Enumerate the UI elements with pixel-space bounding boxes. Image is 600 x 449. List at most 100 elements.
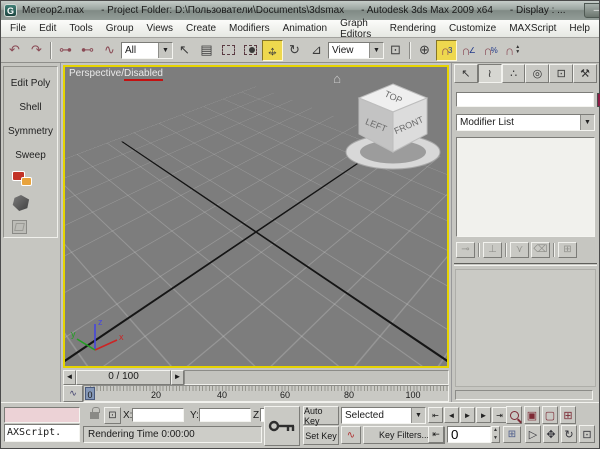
select-and-link-button[interactable]: ⊶ bbox=[55, 40, 76, 61]
zoom-all-button[interactable]: ▣ bbox=[524, 406, 540, 424]
configure-modifier-sets-button[interactable]: ⊞ bbox=[558, 241, 577, 258]
x-coordinate-field[interactable] bbox=[132, 408, 184, 422]
title-document: Метеор2.max bbox=[22, 5, 85, 16]
box-primitive-button[interactable] bbox=[4, 215, 57, 239]
menu-edit[interactable]: Edit bbox=[39, 23, 56, 34]
absolute-offset-mode-button[interactable]: ⊡ bbox=[104, 407, 121, 424]
menu-maxscript[interactable]: MAXScript bbox=[509, 23, 556, 34]
make-unique-icon: ⋎ bbox=[515, 244, 524, 255]
tab-motion[interactable]: ◎ bbox=[525, 64, 550, 83]
show-end-result-button[interactable]: ⊥ bbox=[483, 241, 502, 258]
use-pivot-point-center-button[interactable]: ⊡ bbox=[385, 40, 406, 61]
viewcube-home-icon[interactable]: ⌂ bbox=[333, 71, 341, 86]
bind-to-space-warp-button[interactable]: ∿ bbox=[99, 40, 120, 61]
key-filter-selection-dropdown[interactable]: Selected ▼ bbox=[341, 407, 426, 424]
previous-frame-button[interactable]: ◄ bbox=[444, 407, 459, 423]
menu-help[interactable]: Help bbox=[569, 23, 590, 34]
polyhedron-primitive-button[interactable] bbox=[4, 191, 57, 215]
time-slider-handle[interactable]: 0 / 100 bbox=[76, 370, 171, 385]
select-and-scale-button[interactable]: ⊿ bbox=[306, 40, 327, 61]
pin-stack-button[interactable]: ⊸ bbox=[456, 241, 475, 258]
menu-views[interactable]: Views bbox=[147, 23, 174, 34]
go-to-start-button[interactable]: ⇤ bbox=[428, 407, 443, 423]
snaps-toggle-button[interactable]: ∩ 3 bbox=[436, 39, 457, 61]
menu-file[interactable]: File bbox=[10, 23, 26, 34]
rectangular-selection-region-button[interactable] bbox=[218, 40, 239, 61]
time-configuration-button[interactable]: ⊞ bbox=[503, 426, 521, 443]
play-animation-button[interactable]: ► bbox=[460, 407, 475, 423]
new-key-default-in-out-tangents-button[interactable]: ∿ bbox=[341, 426, 361, 444]
zoom-button[interactable] bbox=[506, 406, 522, 424]
tab-display[interactable]: ⊡ bbox=[549, 64, 574, 83]
key-mode-toggle-button[interactable]: ⇤ bbox=[428, 426, 444, 443]
time-slider-prev-button[interactable]: ◄ bbox=[63, 370, 76, 385]
menu-create[interactable]: Create bbox=[186, 23, 216, 34]
track-bar-strip[interactable]: 0 20 40 60 80 100 bbox=[83, 385, 449, 402]
bind-to-space-warp-icon: ∿ bbox=[104, 42, 115, 57]
mini-curve-editor-button[interactable]: ∿ bbox=[63, 385, 83, 402]
spinner-snap-toggle-button[interactable]: ∩ ▲ ▼ bbox=[502, 40, 523, 61]
selection-lock-icon[interactable] bbox=[90, 407, 100, 419]
tab-create[interactable]: ↖ bbox=[454, 64, 478, 83]
select-and-link-icon: ⊶ bbox=[59, 42, 72, 57]
pan-view-button[interactable]: ✥ bbox=[543, 425, 559, 443]
shell-button[interactable]: Shell bbox=[4, 95, 57, 119]
auto-key-button[interactable]: Auto Key bbox=[303, 406, 339, 426]
view-cube[interactable]: TOP LEFT FRONT bbox=[341, 70, 445, 176]
select-and-move-button[interactable]: ↔ ↕ bbox=[262, 39, 283, 61]
select-and-manipulate-button[interactable]: ⊕ bbox=[414, 40, 435, 61]
maximize-viewport-toggle-button[interactable]: ⊡ bbox=[579, 425, 595, 443]
select-by-name-button[interactable]: ▤ bbox=[196, 40, 217, 61]
undo-button[interactable]: ↶ bbox=[4, 40, 25, 61]
track-tick-60: 60 bbox=[279, 390, 291, 400]
minimize-button[interactable]: ─ bbox=[583, 3, 599, 18]
redo-button[interactable]: ↷ bbox=[26, 40, 47, 61]
coord-system-value: View bbox=[332, 44, 354, 56]
percent-snap-toggle-button[interactable]: ∩% bbox=[480, 40, 501, 61]
toggle-set-key-mode-button[interactable] bbox=[264, 406, 300, 446]
remove-modifier-button[interactable]: ⌫ bbox=[531, 241, 550, 258]
set-key-button[interactable]: Set Key bbox=[303, 426, 339, 445]
select-object-button[interactable]: ↖ bbox=[174, 40, 195, 61]
sweep-button[interactable]: Sweep bbox=[4, 143, 57, 167]
object-name-field[interactable] bbox=[456, 92, 594, 107]
frame-spinner[interactable]: ▲ ▼ bbox=[491, 426, 500, 443]
perspective-viewport[interactable]: Perspective/Disabled ⌂ TOP LEFT FRONT z … bbox=[63, 65, 449, 368]
reference-coordinate-system-dropdown[interactable]: View ▼ bbox=[328, 41, 384, 59]
y-coordinate-field[interactable] bbox=[199, 408, 251, 422]
unlink-selection-button[interactable]: ⊷ bbox=[77, 40, 98, 61]
make-unique-button[interactable]: ⋎ bbox=[510, 241, 529, 258]
tab-utilities[interactable]: ⚒ bbox=[573, 64, 597, 83]
selection-filter-dropdown[interactable]: All ▼ bbox=[121, 41, 173, 59]
menu-graph-editors[interactable]: Graph Editors bbox=[340, 18, 377, 40]
menu-animation[interactable]: Animation bbox=[283, 23, 327, 34]
zoom-extents-all-button[interactable]: ⊞ bbox=[560, 406, 576, 424]
tab-hierarchy[interactable]: ∴ bbox=[501, 64, 526, 83]
modifier-list-dropdown[interactable]: Modifier List ▼ bbox=[456, 114, 595, 131]
edit-poly-button[interactable]: Edit Poly bbox=[4, 71, 57, 95]
zoom-extents-button[interactable]: ▢ bbox=[542, 406, 558, 424]
select-and-rotate-button[interactable]: ↻ bbox=[284, 40, 305, 61]
field-of-view-button[interactable]: ▷ bbox=[525, 425, 541, 443]
named-selection-sets-button[interactable] bbox=[4, 167, 57, 191]
menu-modifiers[interactable]: Modifiers bbox=[229, 23, 270, 34]
angle-snap-toggle-button[interactable]: ∩ ∠ bbox=[458, 40, 479, 61]
window-crossing-button[interactable] bbox=[240, 40, 261, 61]
time-slider-next-button[interactable]: ► bbox=[171, 370, 184, 385]
current-frame-field[interactable] bbox=[447, 426, 491, 443]
menu-tools[interactable]: Tools bbox=[69, 23, 92, 34]
menu-rendering[interactable]: Rendering bbox=[390, 23, 436, 34]
macro-recorder-pane[interactable] bbox=[4, 407, 80, 423]
menu-customize[interactable]: Customize bbox=[449, 23, 496, 34]
viewport-status: Disabled bbox=[124, 68, 163, 81]
tab-modify[interactable]: ≀ bbox=[477, 64, 502, 83]
modifier-stack-list[interactable] bbox=[456, 137, 595, 237]
maxscript-mini-listener[interactable]: AXScript. bbox=[4, 424, 80, 442]
menu-group[interactable]: Group bbox=[106, 23, 134, 34]
next-frame-button[interactable]: ► bbox=[476, 407, 491, 423]
time-slider-track[interactable] bbox=[184, 370, 449, 385]
go-to-end-button[interactable]: ⇥ bbox=[492, 407, 507, 423]
viewport-label[interactable]: Perspective/Disabled bbox=[69, 68, 163, 81]
arc-rotate-button[interactable]: ↻ bbox=[561, 425, 577, 443]
symmetry-button[interactable]: Symmetry bbox=[4, 119, 57, 143]
